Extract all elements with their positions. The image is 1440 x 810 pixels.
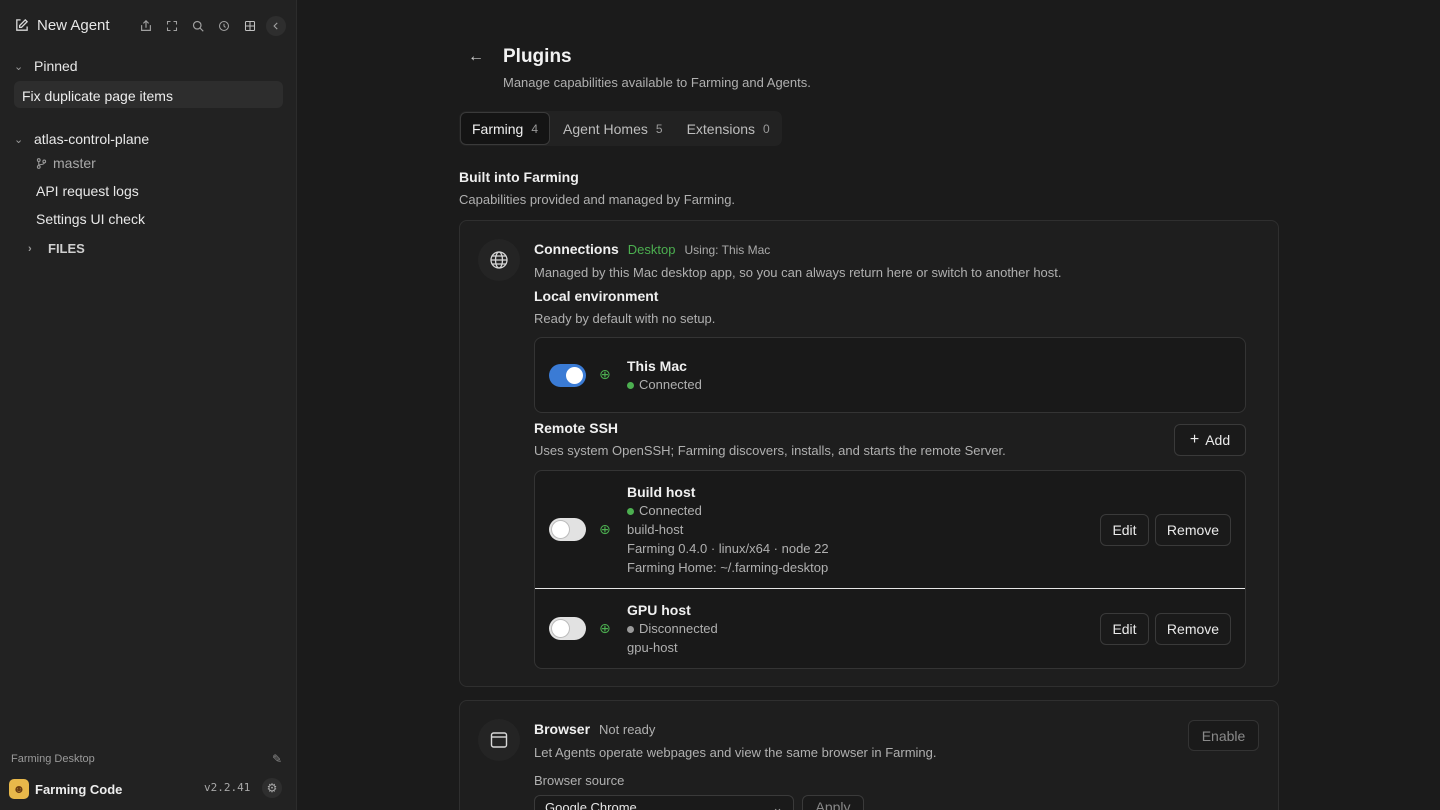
pinned-label: Pinned xyxy=(34,58,78,74)
remove-button[interactable]: Remove xyxy=(1155,613,1231,645)
connections-title: Connections xyxy=(534,241,619,257)
gpu-host-toggle[interactable] xyxy=(549,617,586,640)
chevron-right-icon: › xyxy=(28,242,32,255)
status-badge: Not ready xyxy=(599,722,656,737)
globe-icon: ⊕ xyxy=(599,521,611,537)
list-item[interactable]: API request logs xyxy=(36,183,139,199)
tab-agent-homes[interactable]: Agent Homes 5 xyxy=(552,112,674,145)
browser-card: Browser Not ready Let Agents operate web… xyxy=(459,700,1279,810)
globe-icon: ⊕ xyxy=(599,366,611,382)
tab-count: 0 xyxy=(763,121,770,136)
host-home: Farming Home: ~/.farming-desktop xyxy=(627,560,829,575)
branch-icon xyxy=(36,157,47,169)
desktop-badge: Desktop xyxy=(627,242,676,257)
gear-icon[interactable]: ⚙ xyxy=(262,778,282,798)
globe-icon xyxy=(478,239,520,281)
history-icon[interactable] xyxy=(214,16,234,36)
browser-description: Let Agents operate webpages and view the… xyxy=(534,745,937,760)
page-subtitle: Manage capabilities available to Farming… xyxy=(503,75,811,90)
collapse-sidebar-icon[interactable] xyxy=(266,16,286,36)
status-badge: Connected xyxy=(627,377,702,392)
main-content: ← Plugins Manage capabilities available … xyxy=(298,0,1440,810)
new-agent-label: New Agent xyxy=(37,17,110,34)
tab-label: Agent Homes xyxy=(563,120,648,137)
row-divider xyxy=(535,588,1245,589)
add-host-button[interactable]: + Add xyxy=(1174,424,1246,456)
build-host-toggle[interactable] xyxy=(549,518,586,541)
grid-icon[interactable] xyxy=(240,16,260,36)
remote-ssh-subtitle: Uses system OpenSSH; Farming discovers, … xyxy=(534,443,1006,458)
local-environment-subtitle: Ready by default with no setup. xyxy=(534,311,716,326)
tab-farming[interactable]: Farming 4 xyxy=(460,112,551,145)
enable-button[interactable]: Enable xyxy=(1188,720,1259,751)
pinned-section-header[interactable]: ⌄ Pinned xyxy=(14,58,78,74)
branch-item[interactable]: master xyxy=(36,155,96,171)
page-title: Plugins xyxy=(503,46,572,67)
host-alias: build-host xyxy=(627,522,684,537)
tab-bar: Farming 4 Agent Homes 5 Extensions 0 xyxy=(459,111,782,146)
app-logo-icon: ☻ xyxy=(9,779,29,799)
status-badge: Connected xyxy=(627,503,702,518)
chevron-down-icon: ⌄ xyxy=(14,133,24,146)
version-label: v2.2.41 xyxy=(204,781,251,794)
apply-button[interactable]: Apply xyxy=(802,795,864,810)
app-switcher[interactable]: ☻ Farming Code xyxy=(9,779,122,799)
using-label: Using: This Mac xyxy=(684,243,771,257)
this-mac-row: ⊕ This Mac Connected xyxy=(534,337,1246,413)
tab-label: Extensions xyxy=(686,120,756,137)
pinned-item[interactable]: Fix duplicate page items xyxy=(14,81,283,108)
host-alias: gpu-host xyxy=(627,640,678,655)
select-value: Google Chrome xyxy=(545,800,637,810)
add-label: Add xyxy=(1205,432,1231,448)
app-name: Farming Code xyxy=(35,781,123,797)
host-name: This Mac xyxy=(627,358,687,374)
host-name: GPU host xyxy=(627,602,691,618)
project-name: atlas-control-plane xyxy=(34,131,150,147)
remote-ssh-title: Remote SSH xyxy=(534,420,619,436)
search-icon[interactable] xyxy=(188,16,208,36)
sidebar-toolbar xyxy=(136,16,286,36)
list-item[interactable]: Settings UI check xyxy=(36,211,145,227)
remote-hosts-list: ⊕ Build host Connected build-host Farmin… xyxy=(534,470,1246,669)
plus-icon: + xyxy=(1189,431,1200,448)
edit-button[interactable]: Edit xyxy=(1100,514,1149,546)
this-mac-toggle[interactable] xyxy=(549,364,586,387)
browser-window-icon xyxy=(478,719,520,761)
browser-source-select[interactable]: Google Chrome ⌄ xyxy=(534,795,794,810)
pencil-icon[interactable]: ✎ xyxy=(272,752,282,766)
status-badge: Disconnected xyxy=(627,621,718,636)
local-environment-title: Local environment xyxy=(534,288,659,304)
tab-count: 5 xyxy=(655,121,663,136)
sidebar: New Agent ⌄ Pinned Fix duplicate page it… xyxy=(0,0,297,810)
globe-icon: ⊕ xyxy=(599,620,611,636)
browser-source-label: Browser source xyxy=(534,773,625,788)
branch-name: master xyxy=(53,155,96,171)
host-name: Build host xyxy=(627,484,696,500)
new-agent-button[interactable]: New Agent xyxy=(14,17,110,34)
chevron-down-icon: ⌄ xyxy=(14,60,24,73)
connections-card: Connections Desktop Using: This Mac Mana… xyxy=(459,220,1279,687)
workspace-label: Farming Desktop xyxy=(11,753,95,765)
back-arrow-icon[interactable]: ← xyxy=(468,48,484,66)
browser-title: Browser xyxy=(534,721,591,737)
project-header[interactable]: ⌄ atlas-control-plane xyxy=(14,131,149,147)
section-subtitle: Capabilities provided and managed by Far… xyxy=(459,192,736,207)
compose-icon xyxy=(16,18,29,31)
connections-description: Managed by this Mac desktop app, so you … xyxy=(534,265,1062,280)
edit-button[interactable]: Edit xyxy=(1100,613,1149,645)
chevron-down-icon: ⌄ xyxy=(772,800,783,810)
tab-extensions[interactable]: Extensions 0 xyxy=(676,112,781,145)
tab-count: 4 xyxy=(531,121,539,136)
expand-icon[interactable] xyxy=(162,16,182,36)
remove-button[interactable]: Remove xyxy=(1155,514,1231,546)
tab-label: Farming xyxy=(472,120,524,137)
section-title: Built into Farming xyxy=(459,169,579,185)
files-label: FILES xyxy=(48,241,85,256)
files-section-header[interactable]: › FILES xyxy=(28,241,85,256)
host-details: Farming 0.4.0 · linux/x64 · node 22 xyxy=(627,541,829,556)
share-icon[interactable] xyxy=(136,16,156,36)
